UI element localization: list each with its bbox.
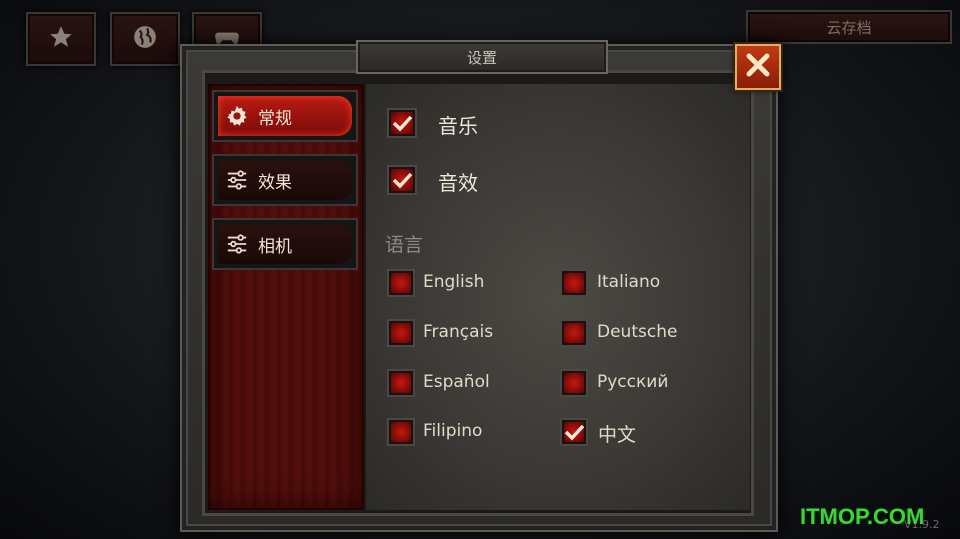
language-checkbox-italiano[interactable] bbox=[560, 269, 588, 297]
language-checkbox-espanol[interactable] bbox=[387, 369, 415, 397]
checkmark-icon bbox=[392, 115, 413, 132]
music-label: 音乐 bbox=[438, 114, 478, 138]
tab-camera[interactable]: 相机 bbox=[212, 218, 358, 270]
dialog-title-plate: 设置 bbox=[356, 40, 608, 74]
cloud-save-label: 云存档 bbox=[826, 18, 872, 37]
tab-effects-label: 效果 bbox=[258, 172, 292, 193]
favorites-button[interactable] bbox=[26, 12, 96, 66]
language-label-english: English bbox=[423, 272, 485, 292]
language-checkbox-deutsche[interactable] bbox=[560, 319, 588, 347]
language-checkbox-francais[interactable] bbox=[387, 319, 415, 347]
dialog-title: 设置 bbox=[466, 48, 497, 67]
sound-effects-label: 音效 bbox=[438, 171, 478, 195]
sound-effects-checkbox[interactable] bbox=[387, 165, 417, 195]
tab-general-label: 常规 bbox=[258, 108, 292, 129]
checkmark-icon bbox=[392, 172, 413, 189]
star-icon bbox=[48, 24, 74, 54]
sliders-icon bbox=[226, 169, 248, 191]
language-label-deutsche: Deutsche bbox=[597, 322, 678, 342]
language-label-italiano: Italiano bbox=[597, 272, 661, 292]
language-label-chinese: 中文 bbox=[598, 424, 637, 446]
language-heading: 语言 bbox=[385, 234, 424, 256]
music-checkbox[interactable] bbox=[387, 108, 417, 138]
checkmark-icon bbox=[564, 424, 585, 441]
watermark: ITMOP.COM bbox=[800, 504, 925, 529]
tab-panel bbox=[208, 84, 364, 510]
gear-icon bbox=[226, 105, 248, 127]
language-checkbox-chinese[interactable] bbox=[560, 418, 588, 446]
tab-effects[interactable]: 效果 bbox=[212, 154, 358, 206]
close-button[interactable] bbox=[735, 44, 781, 90]
language-label-filipino: Filipino bbox=[423, 421, 483, 441]
sliders-icon bbox=[226, 233, 248, 255]
cloud-save-button[interactable]: 云存档 bbox=[746, 10, 952, 44]
tab-camera-label: 相机 bbox=[258, 236, 292, 257]
language-checkbox-filipino[interactable] bbox=[387, 418, 415, 446]
globe-icon bbox=[132, 24, 158, 54]
online-button[interactable] bbox=[110, 12, 180, 66]
language-label-russian: Русский bbox=[597, 372, 669, 392]
language-label-francais: Français bbox=[423, 322, 494, 342]
language-checkbox-english[interactable] bbox=[387, 269, 415, 297]
language-checkbox-russian[interactable] bbox=[560, 369, 588, 397]
close-icon bbox=[743, 50, 773, 84]
language-label-espanol: Español bbox=[423, 372, 490, 392]
tab-general[interactable]: 常规 bbox=[212, 90, 358, 142]
settings-content bbox=[366, 84, 750, 510]
